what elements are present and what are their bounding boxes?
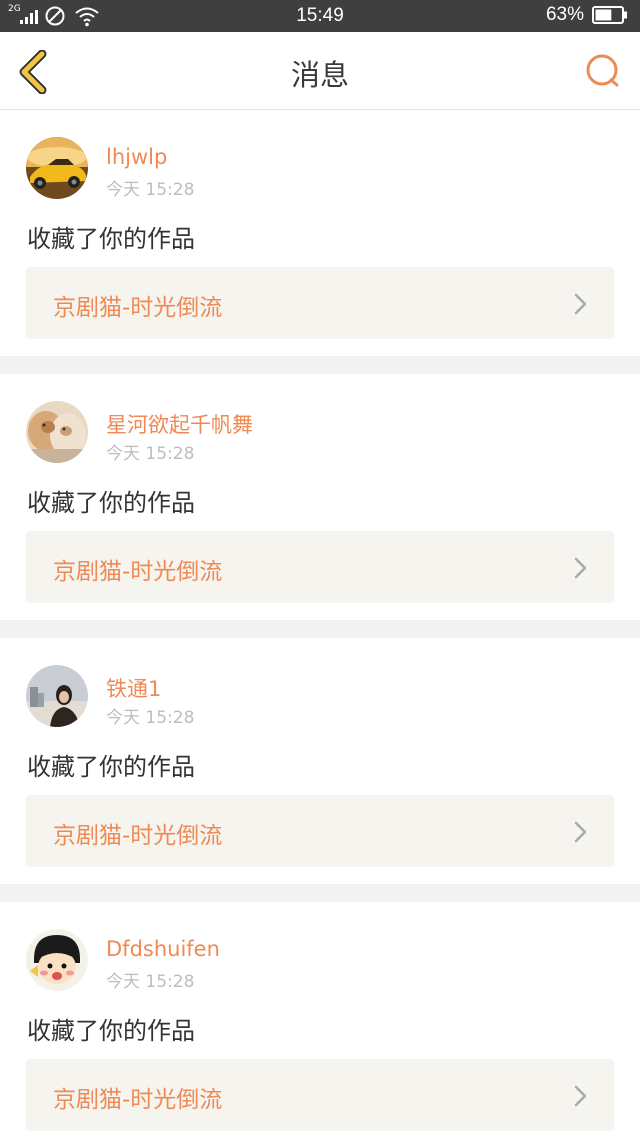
card-divider — [0, 356, 640, 374]
card-divider — [0, 884, 640, 902]
username[interactable]: lhjwlp — [106, 145, 167, 169]
message-time: 今天 15:28 — [106, 444, 195, 464]
work-title: 京剧猫-时光倒流 — [53, 559, 223, 585]
battery-icon — [592, 6, 627, 24]
woman-portrait-avatar[interactable] — [26, 665, 88, 727]
message-action: 收藏了你的作品 — [27, 1017, 195, 1045]
chevron-right-icon — [574, 821, 587, 843]
message-time: 今天 15:28 — [106, 180, 195, 200]
yellow-car-avatar[interactable] — [26, 137, 88, 199]
message-list: lhjwlp 今天 15:28 收藏了你的作品 京剧猫-时光倒流 星河欲起千帆舞 — [0, 110, 640, 1148]
work-title: 京剧猫-时光倒流 — [53, 295, 223, 321]
chevron-right-icon — [574, 557, 587, 579]
message-card: lhjwlp 今天 15:28 收藏了你的作品 京剧猫-时光倒流 — [0, 110, 640, 356]
search-icon[interactable] — [584, 52, 624, 92]
battery-percentage: 63% — [545, 4, 584, 25]
chevron-right-icon — [574, 293, 587, 315]
page-title: 消息 — [290, 58, 349, 92]
work-title: 京剧猫-时光倒流 — [53, 1087, 223, 1113]
chevron-right-icon — [574, 1085, 587, 1107]
cats-avatar[interactable] — [26, 401, 88, 463]
message-card: Dfdshuifen 今天 15:28 收藏了你的作品 京剧猫-时光倒流 — [0, 902, 640, 1148]
message-time: 今天 15:28 — [106, 972, 195, 992]
cartoon-girl-avatar[interactable] — [26, 929, 88, 991]
work-link[interactable]: 京剧猫-时光倒流 — [26, 531, 614, 603]
work-link[interactable]: 京剧猫-时光倒流 — [26, 795, 614, 867]
username[interactable]: 铁通1 — [106, 673, 161, 703]
work-link[interactable]: 京剧猫-时光倒流 — [26, 1059, 614, 1131]
message-action: 收藏了你的作品 — [27, 225, 195, 253]
username[interactable]: 星河欲起千帆舞 — [106, 409, 253, 439]
message-card: 铁通1 今天 15:28 收藏了你的作品 京剧猫-时光倒流 — [0, 638, 640, 884]
status-time: 15:49 — [296, 5, 344, 26]
username[interactable]: Dfdshuifen — [106, 937, 220, 961]
card-divider — [0, 620, 640, 638]
battery-fill — [595, 9, 612, 21]
message-action: 收藏了你的作品 — [27, 489, 195, 517]
status-bar: 2G 15:49 63% — [0, 0, 640, 32]
message-action: 收藏了你的作品 — [27, 753, 195, 781]
message-time: 今天 15:28 — [106, 708, 195, 728]
message-card: 星河欲起千帆舞 今天 15:28 收藏了你的作品 京剧猫-时光倒流 — [0, 374, 640, 620]
navigation-bar: 消息 — [0, 32, 640, 110]
work-title: 京剧猫-时光倒流 — [53, 823, 223, 849]
work-link[interactable]: 京剧猫-时光倒流 — [26, 267, 614, 339]
status-bar-right: 63% — [546, 4, 628, 26]
